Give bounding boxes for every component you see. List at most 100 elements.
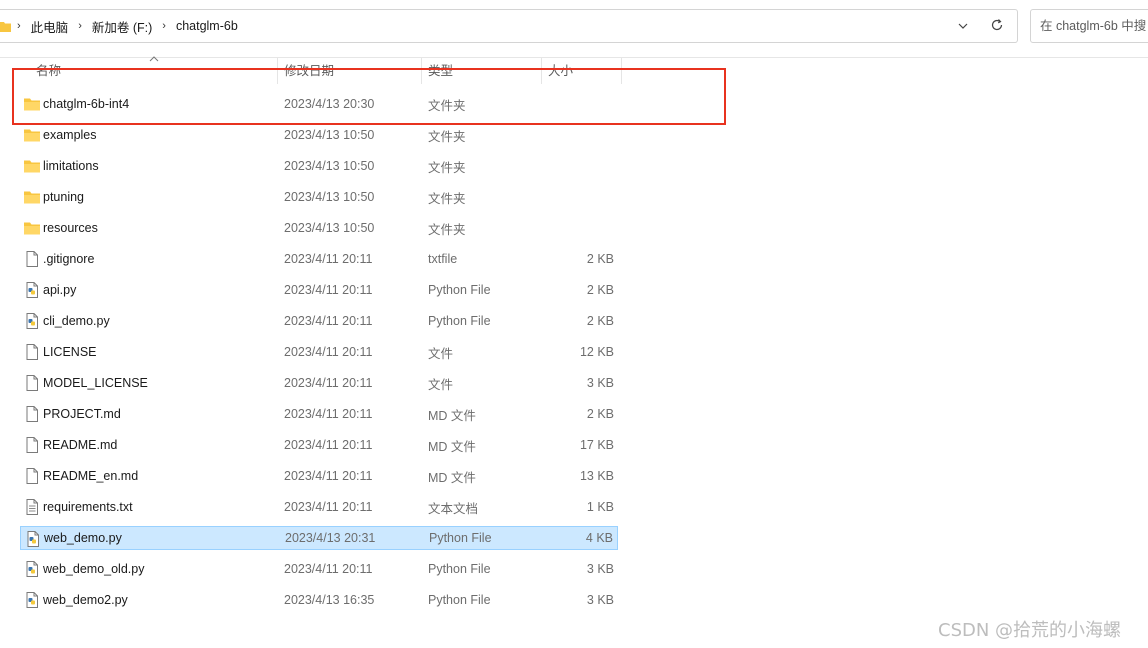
file-type: 文件夹 [428, 191, 466, 206]
file-row[interactable]: chatglm-6b-int4 2023/4/13 20:30 文件夹 [20, 92, 618, 116]
folder-icon [23, 220, 41, 236]
file-size: 12 KB [579, 345, 614, 359]
breadcrumb-item-current-folder[interactable]: chatglm-6b [172, 19, 242, 33]
file-date-modified: 2023/4/11 20:11 [284, 345, 373, 359]
file-name: requirements.txt [43, 500, 133, 514]
column-header-date[interactable]: 修改日期 [276, 58, 420, 84]
file-row[interactable]: MODEL_LICENSE 2023/4/11 20:11 文件 3 KB [20, 371, 618, 395]
file-date-modified: 2023/4/13 10:50 [284, 128, 375, 142]
file-date-modified: 2023/4/13 20:31 [285, 531, 376, 545]
file-name: limitations [43, 159, 99, 173]
search-box[interactable] [1030, 9, 1148, 43]
file-size: 2 KB [586, 283, 614, 297]
file-row[interactable]: PROJECT.md 2023/4/11 20:11 MD 文件 2 KB [20, 402, 618, 426]
column-divider[interactable] [621, 58, 622, 84]
column-header-size[interactable]: 大小 [540, 58, 620, 84]
file-name: web_demo.py [44, 531, 122, 545]
chevron-right-icon: › [17, 20, 21, 32]
python-file-icon [23, 561, 41, 577]
breadcrumb-item-this-pc[interactable]: 此电脑 [27, 17, 73, 36]
file-icon [23, 406, 41, 422]
watermark: CSDN @拾荒的小海螺 [938, 620, 1122, 641]
file-row[interactable]: LICENSE 2023/4/11 20:11 文件 12 KB [20, 340, 618, 364]
file-name: README_en.md [43, 469, 139, 483]
search-input[interactable] [1031, 10, 1148, 42]
file-row[interactable]: README.md 2023/4/11 20:11 MD 文件 17 KB [20, 433, 618, 457]
file-type: txtfile [428, 252, 458, 266]
address-bar[interactable]: › 此电脑 › 新加卷 (F:) › chatglm-6b [0, 9, 1018, 43]
file-type: Python File [428, 283, 491, 297]
file-icon [23, 251, 41, 267]
file-name: cli_demo.py [43, 314, 110, 328]
file-size: 1 KB [586, 500, 614, 514]
file-date-modified: 2023/4/11 20:11 [284, 407, 373, 421]
file-name: chatglm-6b-int4 [43, 97, 130, 111]
file-type: 文件夹 [428, 129, 466, 144]
file-type: 文件夹 [428, 160, 466, 175]
file-date-modified: 2023/4/13 20:30 [284, 97, 375, 111]
file-row[interactable]: web_demo.py 2023/4/13 20:31 Python File 4 K… [20, 526, 618, 550]
file-size: 3 KB [586, 376, 614, 390]
file-type: 文件 [428, 377, 454, 392]
file-icon [23, 344, 41, 360]
file-size: 13 KB [579, 469, 614, 483]
file-row[interactable]: resources 2023/4/13 10:50 文件夹 [20, 216, 618, 240]
file-type: Python File [428, 562, 491, 576]
file-name: api.py [43, 283, 77, 297]
file-row[interactable]: .gitignore 2023/4/11 20:11 txtfile 2 KB [20, 247, 618, 271]
python-file-icon [23, 313, 41, 329]
folder-icon [0, 21, 11, 32]
breadcrumb-item-drive[interactable]: 新加卷 (F:) [88, 17, 156, 36]
file-row[interactable]: ptuning 2023/4/13 10:50 文件夹 [20, 185, 618, 209]
file-name: .gitignore [43, 252, 95, 266]
file-type: 文件夹 [428, 98, 466, 113]
file-icon [23, 375, 41, 391]
refresh-icon[interactable] [989, 17, 1005, 33]
file-row[interactable]: cli_demo.py 2023/4/11 20:11 Python File 2 K… [20, 309, 618, 333]
text-file-icon [23, 499, 41, 515]
file-name: web_demo_old.py [43, 562, 145, 576]
chevron-right-icon[interactable]: › [72, 20, 88, 32]
python-file-icon [23, 282, 41, 298]
file-date-modified: 2023/4/11 20:11 [284, 252, 373, 266]
file-type: MD 文件 [428, 408, 476, 423]
file-type: 文件夹 [428, 222, 466, 237]
file-size: 2 KB [586, 252, 614, 266]
chevron-right-icon[interactable]: › [156, 20, 172, 32]
file-row[interactable]: web_demo2.py 2023/4/13 16:35 Python File 3 … [20, 588, 618, 612]
file-name: PROJECT.md [43, 407, 121, 421]
folder-icon [23, 189, 41, 205]
file-size: 17 KB [579, 438, 614, 452]
file-row[interactable]: examples 2023/4/13 10:50 文件夹 [20, 123, 618, 147]
column-header-name[interactable]: 名称 [28, 58, 276, 84]
file-name: LICENSE [43, 345, 97, 359]
file-row[interactable]: web_demo_old.py 2023/4/11 20:11 Python Fil… [20, 557, 618, 581]
breadcrumb: › 此电脑 › 新加卷 (F:) › chatglm-6b [0, 10, 242, 42]
file-type: 文件 [428, 346, 454, 361]
file-date-modified: 2023/4/11 20:11 [284, 314, 373, 328]
python-file-icon [24, 531, 42, 547]
column-header-type[interactable]: 类型 [420, 58, 540, 84]
file-size: 3 KB [586, 562, 614, 576]
file-name: web_demo2.py [43, 593, 128, 607]
file-date-modified: 2023/4/13 10:50 [284, 159, 375, 173]
file-row[interactable]: limitations 2023/4/13 10:50 文件夹 [20, 154, 618, 178]
file-name: examples [43, 128, 97, 142]
file-row[interactable]: README_en.md 2023/4/11 20:11 MD 文件 13 KB [20, 464, 618, 488]
file-icon [23, 437, 41, 453]
file-size: 3 KB [586, 593, 614, 607]
chevron-down-icon[interactable] [955, 18, 971, 34]
address-bar-row: › 此电脑 › 新加卷 (F:) › chatglm-6b [0, 0, 1148, 54]
file-size: 2 KB [586, 314, 614, 328]
file-date-modified: 2023/4/13 16:35 [284, 593, 375, 607]
file-row[interactable]: requirements.txt 2023/4/11 20:11 文本文档 1 KB [20, 495, 618, 519]
python-file-icon [23, 592, 41, 608]
file-name: resources [43, 221, 98, 235]
file-type: Python File [428, 314, 491, 328]
file-row[interactable]: api.py 2023/4/11 20:11 Python File 2 KB [20, 278, 618, 302]
file-date-modified: 2023/4/13 10:50 [284, 221, 375, 235]
file-date-modified: 2023/4/11 20:11 [284, 562, 373, 576]
file-date-modified: 2023/4/11 20:11 [284, 283, 373, 297]
file-date-modified: 2023/4/11 20:11 [284, 438, 373, 452]
file-type: MD 文件 [428, 470, 476, 485]
